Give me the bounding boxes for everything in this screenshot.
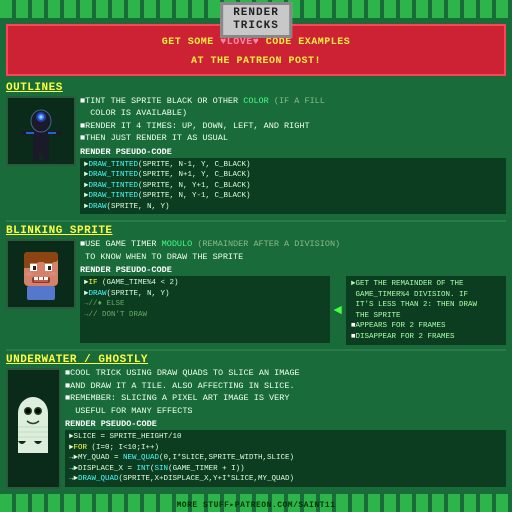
blinking-text: ■USE GAME TIMER MODULO (REMAINDER AFTER … — [80, 239, 506, 345]
blinking-bullet2: TO KNOW WHEN TO DRAW THE SPRITE — [80, 252, 506, 263]
outlines-code: ►DRAW_TINTED(SPRITE, N-1, Y, C_BLACK) ►D… — [80, 158, 506, 215]
promo-text: GET SOME ♥LOVE♥ CODE EXAMPLES AT THE PAT… — [162, 37, 351, 67]
outlines-code-1: ►DRAW_TINTED(SPRITE, N-1, Y, C_BLACK) — [84, 160, 502, 171]
underwater-sprite — [6, 368, 61, 488]
underwater-bullet3: ■REMEMBER: SLICING A PIXEL ART IMAGE IS … — [65, 393, 506, 404]
underwater-code-3: →►MY_QUAD = NEW_QUAD(0,I*SLICE,SPRITE_WI… — [69, 453, 502, 464]
blinking-arrow: ◄ — [334, 276, 342, 345]
ghost-svg — [11, 391, 56, 466]
promo-heart: ♥LOVE♥ — [220, 37, 259, 48]
bottom-border: MORE STUFF▸PATREON.COM/SAINT11 — [0, 494, 512, 512]
title-line2: TRICKS — [233, 20, 279, 33]
blinking-bullet1: ■USE GAME TIMER MODULO (REMAINDER AFTER … — [80, 239, 506, 250]
outlines-sprite — [6, 96, 76, 166]
outlines-bullet3: ■THEN JUST RENDER IT AS USUAL — [80, 133, 506, 144]
blinking-code-4: →// DON'T DRAW — [84, 310, 326, 321]
section-outlines: OUTLINES — [6, 82, 506, 216]
underwater-code-1: ►SLICE = SPRITE_HEIGHT/10 — [69, 432, 502, 443]
underwater-bullet1: ■COOL TRICK USING DRAW QUADS TO SLICE AN… — [65, 368, 506, 379]
blinking-pseudo-label: RENDER PSEUDO-CODE — [80, 265, 506, 275]
outlines-bullet1b: COLOR IS AVAILABLE) — [80, 108, 506, 119]
outlines-code-2: ►DRAW_TINTED(SPRITE, N+1, Y, C_BLACK) — [84, 170, 502, 181]
divider-1 — [6, 220, 506, 222]
underwater-code-4: →►DISPLACE_X = INT(SIN(GAME_TIMER + I)) — [69, 464, 502, 475]
blinking-header: BLINKING SPRITE — [6, 225, 506, 237]
outlines-bullet2: ■RENDER IT 4 TIMES: UP, DOWN, LEFT, AND … — [80, 121, 506, 132]
underwater-bullet2: ■AND DRAW IT A TILE. ALSO AFFECTING IN S… — [65, 381, 506, 392]
blinking-code-area: ►IF (GAME_TIME%4 < 2) ►DRAW(SPRITE, N, Y… — [80, 276, 506, 345]
blinking-sprite — [6, 239, 76, 309]
underwater-text: ■COOL TRICK USING DRAW QUADS TO SLICE AN… — [65, 368, 506, 488]
underwater-code-5: →►DRAW_QUAD(SPRITE,X+DISPLACE_X,Y+I*SLIC… — [69, 474, 502, 485]
outlines-sprite-svg — [11, 99, 71, 164]
section-blinking: BLINKING SPRITE — [6, 225, 506, 345]
outlines-code-3: ►DRAW_TINTED(SPRITE, N, Y+1, C_BLACK) — [84, 181, 502, 192]
title-line1: RENDER — [233, 7, 279, 20]
outlines-pseudo-label: RENDER PSEUDO-CODE — [80, 147, 506, 157]
outlines-code-5: ►DRAW(SPRITE, N, Y) — [84, 202, 502, 213]
divider-2 — [6, 349, 506, 351]
title-banner: RENDER TRICKS — [220, 2, 292, 38]
underwater-content: ■COOL TRICK USING DRAW QUADS TO SLICE AN… — [6, 368, 506, 488]
blinking-side-note: ►GET THE REMAINDER OF THE GAME_TIMER%4 D… — [346, 276, 506, 345]
footer-text: MORE STUFF▸PATREON.COM/SAINT11 — [176, 500, 335, 510]
underwater-code-2: ►FOR (I=0; I<10;I++) — [69, 443, 502, 454]
blinking-sprite-svg — [12, 244, 70, 304]
underwater-header: UNDERWATER / GHOSTLY — [6, 354, 506, 366]
outlines-header: OUTLINES — [6, 82, 506, 94]
main-content: GET SOME ♥LOVE♥ CODE EXAMPLES AT THE PAT… — [0, 18, 512, 494]
blinking-code-2: ►DRAW(SPRITE, N, Y) — [84, 289, 326, 300]
blinking-code-3: →//♦ ELSE — [84, 299, 326, 310]
blinking-code-1: ►IF (GAME_TIME%4 < 2) — [84, 278, 326, 289]
section-underwater: UNDERWATER / GHOSTLY — [6, 354, 506, 488]
underwater-bullet4: USEFUL FOR MANY EFFECTS — [65, 406, 506, 417]
outlines-bullet1: ■TINT THE SPRITE BLACK OR OTHER COLOR (I… — [80, 96, 506, 107]
underwater-code: ►SLICE = SPRITE_HEIGHT/10 ►FOR (I=0; I<1… — [65, 430, 506, 487]
outlines-content: ■TINT THE SPRITE BLACK OR OTHER COLOR (I… — [6, 96, 506, 216]
blinking-content: ■USE GAME TIMER MODULO (REMAINDER AFTER … — [6, 239, 506, 345]
blinking-code: ►IF (GAME_TIME%4 < 2) ►DRAW(SPRITE, N, Y… — [80, 276, 330, 343]
outlines-text: ■TINT THE SPRITE BLACK OR OTHER COLOR (I… — [80, 96, 506, 216]
outlines-code-4: ►DRAW_TINTED(SPRITE, N, Y-1, C_BLACK) — [84, 191, 502, 202]
underwater-pseudo-label: RENDER PSEUDO-CODE — [65, 419, 506, 429]
side-note-text: ►GET THE REMAINDER OF THE GAME_TIMER%4 D… — [351, 279, 501, 342]
